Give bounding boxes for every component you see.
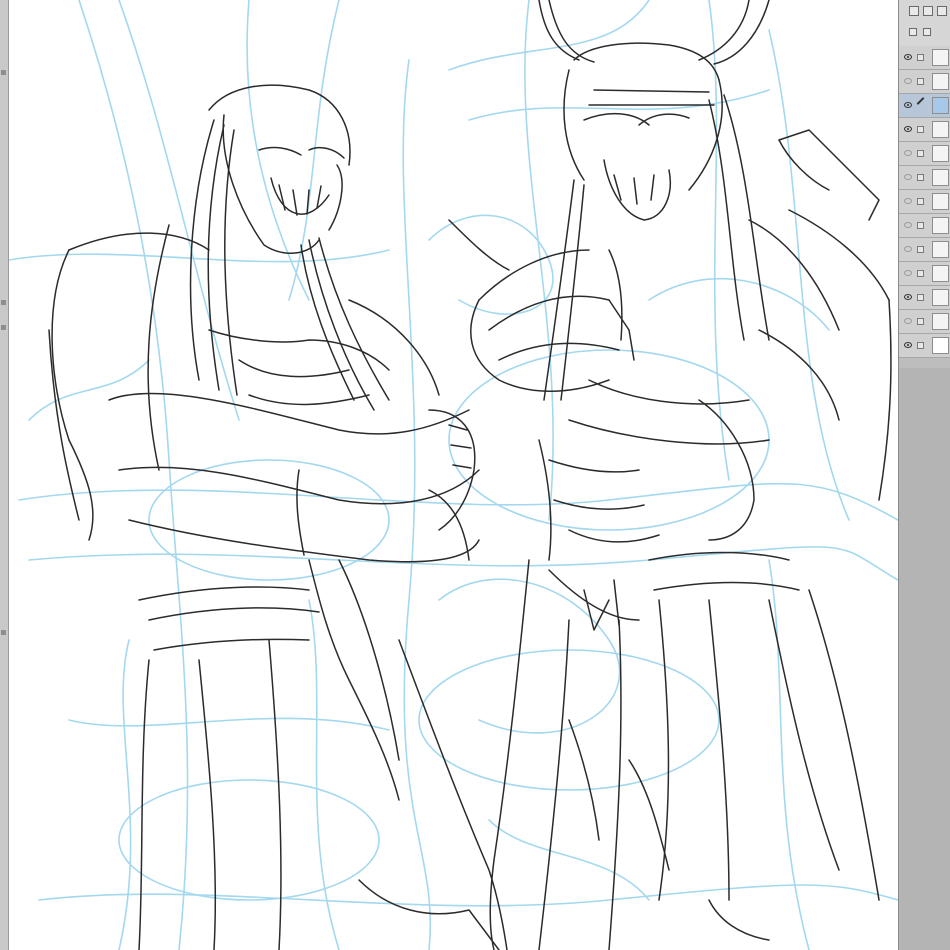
- layer-thumbnail[interactable]: [932, 169, 949, 186]
- panel-empty-area: [899, 368, 950, 950]
- layer-lock-checkbox[interactable]: [917, 246, 924, 253]
- layer-thumbnail[interactable]: [932, 289, 949, 306]
- layer-lock-checkbox[interactable]: [917, 342, 924, 349]
- layer-row[interactable]: [899, 238, 950, 262]
- sketch-artwork: [9, 0, 898, 950]
- eye-icon[interactable]: [904, 78, 912, 84]
- layer-lock-checkbox[interactable]: [917, 270, 924, 277]
- layer-lock-checkbox[interactable]: [917, 318, 924, 325]
- eye-icon[interactable]: [904, 102, 912, 108]
- tool-strip[interactable]: [0, 0, 9, 950]
- eye-icon[interactable]: [904, 198, 912, 204]
- eye-icon[interactable]: [904, 246, 912, 252]
- layer-lock-checkbox[interactable]: [917, 78, 924, 85]
- layer-thumbnail[interactable]: [932, 49, 949, 66]
- layer-thumbnail[interactable]: [932, 241, 949, 258]
- layer-row[interactable]: [899, 286, 950, 310]
- new-folder-icon[interactable]: [937, 6, 947, 16]
- layer-thumbnail[interactable]: [932, 97, 949, 114]
- layer-row[interactable]: [899, 166, 950, 190]
- layer-row[interactable]: [899, 118, 950, 142]
- layer-thumbnail[interactable]: [932, 121, 949, 138]
- layer-row[interactable]: [899, 70, 950, 94]
- layer-row[interactable]: [899, 262, 950, 286]
- layer-lock-checkbox[interactable]: [917, 150, 924, 157]
- ink-lineart-layer: [48, 0, 892, 950]
- layer-panel-toolbar: [899, 0, 950, 47]
- eye-icon[interactable]: [904, 54, 912, 60]
- layer-lock-checkbox[interactable]: [917, 222, 924, 229]
- layer-thumbnail[interactable]: [932, 145, 949, 162]
- layer-panel[interactable]: [898, 0, 950, 950]
- layer-lock-checkbox[interactable]: [917, 198, 924, 205]
- eye-icon[interactable]: [904, 294, 912, 300]
- layer-row[interactable]: [899, 310, 950, 334]
- tool-icon[interactable]: [1, 70, 6, 75]
- eye-icon[interactable]: [904, 174, 912, 180]
- small-toggle-icon[interactable]: [909, 28, 917, 36]
- layer-thumbnail[interactable]: [932, 337, 949, 354]
- layer-settings-icon[interactable]: [909, 6, 919, 16]
- small-toggle-icon[interactable]: [923, 28, 931, 36]
- tool-icon[interactable]: [1, 325, 6, 330]
- layer-lock-checkbox[interactable]: [917, 294, 924, 301]
- layer-row[interactable]: [899, 46, 950, 70]
- layer-lock-checkbox[interactable]: [917, 174, 924, 181]
- eye-icon[interactable]: [904, 126, 912, 132]
- layer-row[interactable]: [899, 142, 950, 166]
- eye-icon[interactable]: [904, 342, 912, 348]
- layer-row[interactable]: [899, 334, 950, 358]
- eye-icon[interactable]: [904, 150, 912, 156]
- eye-icon[interactable]: [904, 318, 912, 324]
- eye-icon[interactable]: [904, 270, 912, 276]
- layer-thumbnail[interactable]: [932, 73, 949, 90]
- layer-thumbnail[interactable]: [932, 313, 949, 330]
- drawing-canvas[interactable]: [9, 0, 898, 950]
- layer-thumbnail[interactable]: [932, 217, 949, 234]
- layer-row[interactable]: [899, 190, 950, 214]
- layer-lock-icon[interactable]: [923, 6, 933, 16]
- layer-thumbnail[interactable]: [932, 265, 949, 282]
- eye-icon[interactable]: [904, 222, 912, 228]
- layer-thumbnail[interactable]: [932, 193, 949, 210]
- layer-row[interactable]: [899, 94, 950, 118]
- tool-icon[interactable]: [1, 300, 6, 305]
- layer-lock-checkbox[interactable]: [917, 126, 924, 133]
- tool-icon[interactable]: [1, 630, 6, 635]
- pen-icon: [916, 97, 925, 105]
- layer-lock-checkbox[interactable]: [917, 54, 924, 61]
- layer-row[interactable]: [899, 214, 950, 238]
